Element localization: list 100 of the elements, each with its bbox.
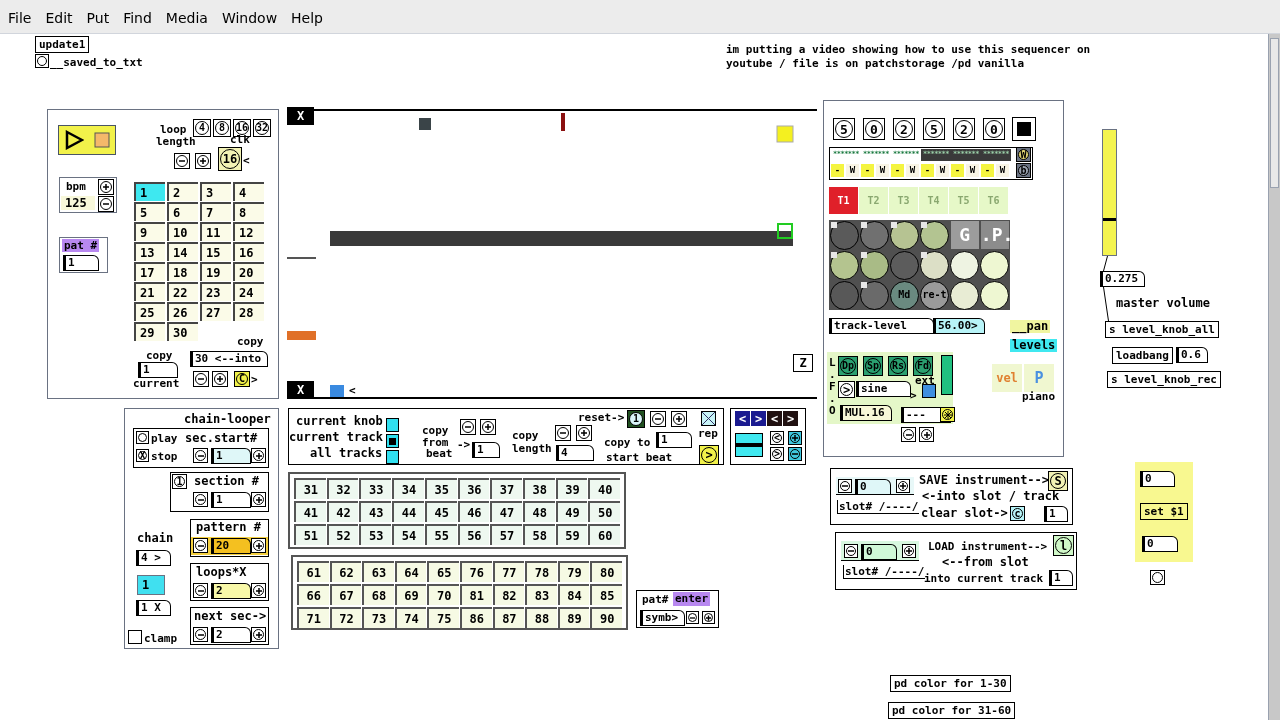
pattern-button[interactable]: 29 <box>134 322 165 341</box>
minus-button[interactable] <box>686 611 699 624</box>
repeat-toggle[interactable] <box>701 411 716 426</box>
pattern-button[interactable]: 11 <box>200 222 231 241</box>
pad-button[interactable] <box>950 250 980 280</box>
pattern-button[interactable]: 24 <box>233 282 264 301</box>
plus-button[interactable] <box>671 411 687 427</box>
plus-button[interactable] <box>480 419 496 435</box>
pattern-button[interactable]: 50 <box>588 501 621 522</box>
pattern-button[interactable]: 26 <box>167 302 198 321</box>
number-box[interactable]: sine <box>856 381 911 397</box>
track-tab[interactable]: T1 <box>829 187 858 214</box>
pattern-button[interactable]: 56 <box>457 524 490 545</box>
bang-button[interactable] <box>35 54 49 68</box>
lfo-mod-button[interactable]: Dp <box>838 356 858 376</box>
message-box[interactable]: 0.6 <box>1176 347 1208 363</box>
minus-button[interactable] <box>193 492 208 507</box>
pattern-button[interactable]: 84 <box>557 584 590 605</box>
minus-button[interactable] <box>193 583 208 598</box>
pattern-button[interactable]: 5 <box>134 202 165 221</box>
number-box[interactable]: 4 > <box>136 550 171 566</box>
number-box[interactable]: track-level <box>829 318 934 334</box>
pattern-button[interactable]: 78 <box>525 561 557 582</box>
pattern-button[interactable]: 87 <box>492 607 525 628</box>
plus-button[interactable] <box>896 479 910 493</box>
pattern-button[interactable]: 60 <box>588 524 621 545</box>
minus-button[interactable] <box>193 371 209 387</box>
pattern-button[interactable]: 34 <box>392 478 424 499</box>
nav-button[interactable]: > <box>783 411 798 426</box>
number-box[interactable]: 0.275 <box>1100 271 1146 287</box>
pattern-button[interactable]: 53 <box>359 524 392 545</box>
lfo-toggle-button[interactable]: > <box>838 381 855 398</box>
pattern-button[interactable]: 81 <box>459 584 492 605</box>
pattern-button[interactable]: 45 <box>424 501 457 522</box>
pattern-button[interactable]: 17 <box>134 262 165 281</box>
number-box[interactable]: 30 <--into <box>190 351 269 367</box>
digit-button[interactable]: 5 <box>923 118 945 140</box>
copy-go-button[interactable]: > <box>699 445 719 465</box>
pad-button[interactable]: re-t <box>920 280 949 310</box>
load-button[interactable]: l <box>1053 535 1074 556</box>
pattern-button[interactable]: 31 <box>294 478 326 499</box>
pattern-button[interactable]: 25 <box>134 302 165 321</box>
pattern-button[interactable]: 43 <box>359 501 392 522</box>
pad-button[interactable] <box>829 220 859 250</box>
number-box[interactable]: 1 <box>211 492 251 508</box>
pattern-button[interactable]: 75 <box>427 607 459 628</box>
pattern-button[interactable]: 42 <box>326 501 359 522</box>
wave-toggle[interactable]: W <box>846 164 859 177</box>
zoom-button[interactable]: Z <box>793 354 813 372</box>
pattern-button[interactable]: 39 <box>555 478 588 499</box>
number-box[interactable]: 1 <box>656 432 692 448</box>
minus-toggle[interactable]: - <box>831 164 844 177</box>
pad-button[interactable] <box>920 250 949 280</box>
wave-toggle[interactable]: W <box>906 164 919 177</box>
pattern-button[interactable]: 88 <box>525 607 557 628</box>
b-button[interactable]: b <box>1016 163 1031 178</box>
menu-item[interactable]: Put <box>86 8 110 29</box>
plus-button[interactable] <box>251 627 266 642</box>
pattern-button[interactable]: 83 <box>525 584 557 605</box>
pattern-button[interactable]: 28 <box>233 302 264 321</box>
digit-button[interactable]: 2 <box>893 118 915 140</box>
number-box[interactable]: 4 <box>556 445 594 461</box>
plus-button[interactable] <box>195 153 211 169</box>
w-button[interactable]: W <box>1016 147 1031 162</box>
minus-toggle[interactable]: - <box>891 164 904 177</box>
pattern-button[interactable]: 36 <box>457 478 490 499</box>
stop-bang[interactable]: X <box>136 449 149 462</box>
nav-button[interactable]: < <box>767 411 782 426</box>
menu-item[interactable]: Edit <box>45 8 73 29</box>
clock-button[interactable]: 16 <box>218 147 242 171</box>
bang-button[interactable] <box>1150 570 1165 585</box>
menu-item[interactable]: File <box>8 8 32 29</box>
pattern-button[interactable]: 76 <box>459 561 492 582</box>
pattern-button[interactable]: 41 <box>294 501 326 522</box>
pad-button[interactable] <box>920 220 949 250</box>
pattern-button[interactable]: 90 <box>590 607 622 628</box>
pattern-button[interactable]: 57 <box>490 524 522 545</box>
menu-item[interactable]: Window <box>221 8 278 29</box>
plus-button[interactable] <box>212 371 228 387</box>
number-box[interactable]: 1 <box>472 442 500 458</box>
pattern-button[interactable]: 8 <box>233 202 264 221</box>
reset-button[interactable]: 1 <box>627 410 645 428</box>
minus-button[interactable] <box>193 448 208 463</box>
pattern-button[interactable]: 77 <box>492 561 525 582</box>
pattern-button[interactable]: 64 <box>394 561 427 582</box>
mode-radio[interactable] <box>386 418 399 432</box>
close-button[interactable]: X <box>287 381 314 399</box>
mode-radio[interactable] <box>386 450 399 464</box>
digit-button[interactable]: 0 <box>983 118 1005 140</box>
pattern-button[interactable]: 12 <box>233 222 264 241</box>
minus-button[interactable] <box>460 419 476 435</box>
pattern-button[interactable]: 40 <box>588 478 621 499</box>
lfo-mod-button[interactable]: Rs <box>888 356 908 376</box>
pattern-button[interactable]: 32 <box>326 478 359 499</box>
number-box[interactable]: 1 X <box>136 600 171 616</box>
pattern-button[interactable]: 46 <box>457 501 490 522</box>
pattern-button[interactable]: 44 <box>392 501 424 522</box>
nav-button[interactable]: < <box>735 411 750 426</box>
pattern-button[interactable]: 62 <box>329 561 362 582</box>
pattern-button[interactable]: 47 <box>490 501 522 522</box>
